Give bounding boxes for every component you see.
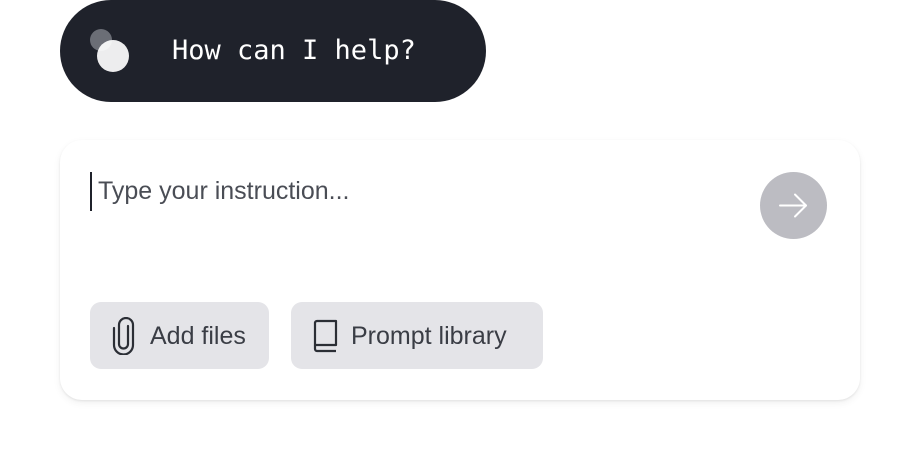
prompt-library-label: Prompt library [351, 322, 507, 350]
logo-icon [90, 29, 129, 72]
prompt-library-button[interactable]: Prompt library [291, 302, 543, 369]
add-files-label: Add files [150, 322, 246, 350]
app-root: How can I help? Add files Prompt library [0, 0, 920, 460]
paperclip-icon [112, 317, 135, 355]
send-button[interactable] [760, 172, 827, 239]
instruction-input[interactable] [98, 172, 718, 210]
add-files-button[interactable]: Add files [90, 302, 269, 369]
arrow-right-icon [779, 193, 807, 218]
book-icon [313, 319, 338, 353]
text-caret [90, 172, 92, 211]
greeting-text: How can I help? [172, 35, 416, 66]
